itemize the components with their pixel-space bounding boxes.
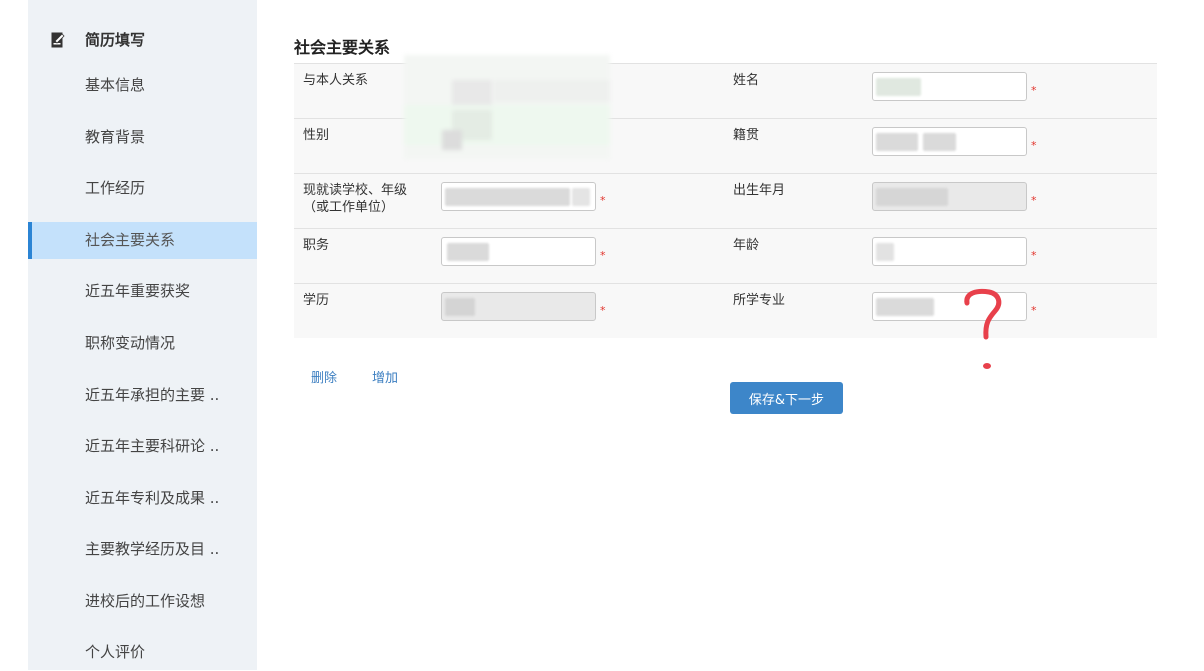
form-row: 学历 * 所学专业 *	[294, 283, 1157, 338]
gender-label: 性别	[303, 128, 330, 143]
sidebar-item-teaching[interactable]: 主要教学经历及目 ..	[28, 531, 257, 568]
sidebar-item-education[interactable]: 教育背景	[28, 119, 257, 156]
sidebar-item-papers[interactable]: 近五年主要科研论 ..	[28, 428, 257, 465]
age-input[interactable]	[872, 237, 1027, 266]
required-mark: *	[1031, 304, 1037, 317]
delete-link[interactable]: 删除	[311, 367, 337, 386]
required-mark: *	[1031, 84, 1037, 97]
native-place-label: 籍贯	[733, 128, 760, 143]
birth-label: 出生年月	[733, 183, 786, 198]
sidebar-header: 简历填写	[28, 24, 257, 54]
required-mark: *	[1031, 139, 1037, 152]
sidebar-item-patents[interactable]: 近五年专利及成果 ..	[28, 480, 257, 517]
birth-input[interactable]	[872, 182, 1027, 211]
sidebar-item-social-relations[interactable]: 社会主要关系	[28, 222, 257, 259]
school-label-line2: （或工作单位）	[303, 200, 395, 215]
school-label-line1: 现就读学校、年级	[303, 183, 408, 198]
save-next-button[interactable]: 保存&下一步	[730, 382, 843, 414]
school-label: 现就读学校、年级 （或工作单位）	[303, 182, 407, 216]
sidebar: 简历填写 基本信息 教育背景 工作经历 社会主要关系 近五年重要获奖 职称变动情…	[28, 0, 257, 670]
page-title: 社会主要关系	[294, 38, 391, 57]
question-mark-icon	[964, 288, 1002, 369]
relation-label: 与本人关系	[303, 73, 369, 88]
education-select[interactable]	[441, 292, 596, 321]
age-label: 年龄	[733, 238, 760, 253]
form-row: 现就读学校、年级 （或工作单位） * 出生年月 *	[294, 173, 1157, 228]
sidebar-header-title: 简历填写	[85, 31, 146, 49]
add-link[interactable]: 增加	[372, 367, 398, 386]
sidebar-item-projects[interactable]: 近五年承担的主要 ..	[28, 377, 257, 414]
sidebar-item-work-experience[interactable]: 工作经历	[28, 170, 257, 207]
required-mark: *	[1031, 194, 1037, 207]
required-mark: *	[600, 249, 606, 262]
native-place-input[interactable]	[872, 127, 1027, 156]
sidebar-item-basic-info[interactable]: 基本信息	[28, 67, 257, 104]
position-label: 职务	[303, 238, 330, 253]
sidebar-item-self-evaluation[interactable]: 个人评价	[28, 634, 257, 671]
sidebar-item-awards[interactable]: 近五年重要获奖	[28, 273, 257, 310]
major-label: 所学专业	[733, 293, 786, 308]
education-label: 学历	[303, 293, 330, 308]
name-input[interactable]	[872, 72, 1027, 101]
required-mark: *	[1031, 249, 1037, 262]
edit-document-icon	[51, 32, 65, 48]
sidebar-item-work-plan[interactable]: 进校后的工作设想	[28, 583, 257, 620]
required-mark: *	[600, 304, 606, 317]
sidebar-item-title-changes[interactable]: 职称变动情况	[28, 325, 257, 362]
name-label: 姓名	[733, 73, 760, 88]
school-input[interactable]	[441, 182, 596, 211]
required-mark: *	[600, 194, 606, 207]
position-input[interactable]	[441, 237, 596, 266]
form-row: 职务 * 年龄 *	[294, 228, 1157, 283]
redacted-area	[404, 55, 610, 159]
